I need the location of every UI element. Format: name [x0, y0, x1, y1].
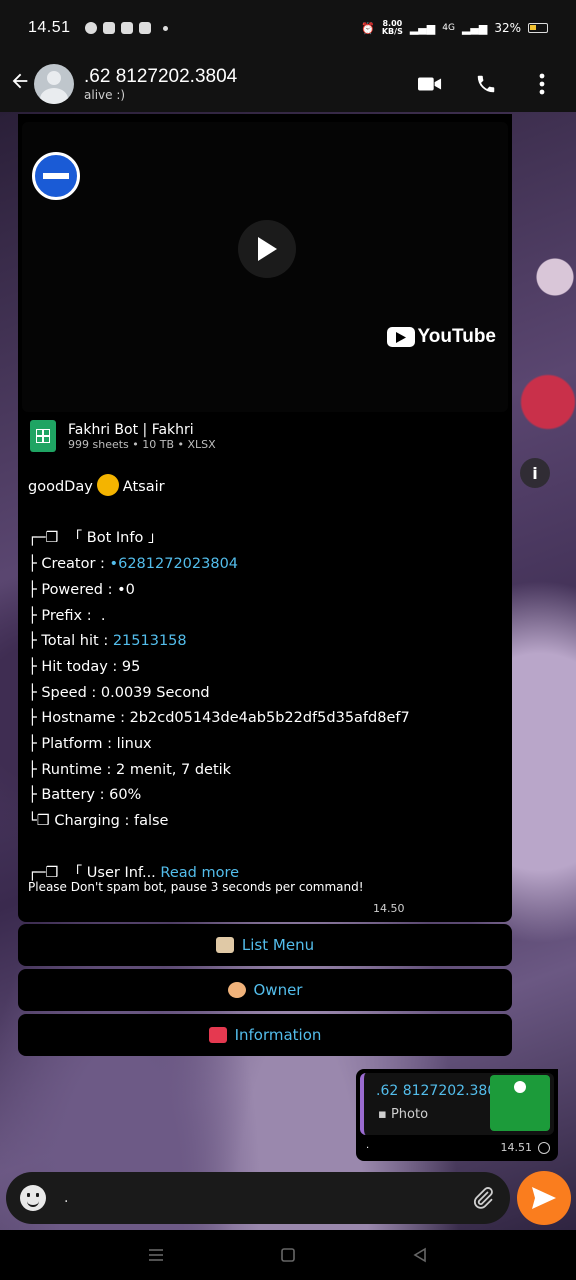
avatar[interactable] [34, 64, 74, 104]
pending-clock-icon [538, 1142, 550, 1154]
message-input[interactable]: . [64, 1190, 470, 1206]
navigation-bar [0, 1230, 576, 1280]
document-meta: 999 sheets • 10 TB • XLSX [68, 437, 216, 451]
signal-icon: ▂▄▆ [409, 21, 436, 35]
contact-status: alive :) [84, 88, 126, 102]
more-options-icon[interactable] [530, 72, 554, 96]
back-arrow-icon[interactable] [2, 70, 38, 98]
book-icon [215, 937, 234, 953]
recent-apps-icon[interactable] [147, 1247, 165, 1263]
video-call-icon[interactable] [418, 72, 442, 96]
battery-icon [528, 23, 548, 33]
status-time: 14.51 [28, 19, 71, 36]
youtube-icon [120, 22, 133, 34]
message-icon [138, 22, 151, 34]
signal-icon-2: ▂▄▆ [461, 21, 488, 35]
owner-button[interactable]: Owner [18, 969, 512, 1011]
back-nav-icon[interactable] [411, 1247, 429, 1263]
chat-header: .62 8127202.3804 alive :) [0, 56, 576, 112]
message-input-bar: . [6, 1172, 510, 1224]
photo-icon: ▪ [378, 1107, 391, 1122]
outgoing-message[interactable]: .62 8127202.3804 ▪ Photo · 14.51 [356, 1069, 558, 1161]
document-title: Fakhri Bot | Fakhri [68, 421, 194, 438]
message-time: 14.50 [373, 902, 405, 915]
heart-icon [208, 1027, 227, 1043]
contact-info[interactable]: .62 8127202.3804 alive :) [84, 66, 237, 102]
video-preview[interactable]: YouTube [22, 122, 508, 412]
alarm-icon: ⏰ [361, 21, 375, 35]
channel-logo [32, 152, 80, 200]
footer-note: Please Don't spam bot, pause 3 seconds p… [28, 880, 364, 894]
phone-call-icon[interactable] [474, 72, 498, 96]
sun-emoji-icon [96, 474, 119, 496]
document-attachment[interactable]: Fakhri Bot | Fakhri 999 sheets • 10 TB •… [30, 420, 216, 452]
list-menu-button[interactable]: List Menu [18, 924, 512, 966]
quoted-type: ▪ Photo [378, 1107, 429, 1122]
status-bar: 14.51 ⏰ 8.00 KB/S ▂▄▆ 4G ▂▄▆ 32% [0, 0, 576, 56]
battery-percent: 32% [494, 21, 521, 35]
quoted-sender: .62 8127202.3804 [376, 1083, 506, 1099]
quoted-thumbnail [490, 1075, 550, 1131]
greeting: goodDay [28, 479, 93, 495]
person-icon [227, 982, 246, 998]
incoming-message[interactable]: YouTube Fakhri Bot | Fakhri 999 sheets •… [18, 114, 512, 922]
attach-icon[interactable] [470, 1185, 496, 1211]
network-speed: 8.00 KB/S [381, 19, 403, 36]
play-button[interactable] [238, 220, 296, 278]
more-notifications-icon [162, 25, 168, 31]
outgoing-text: · [366, 1143, 370, 1154]
message-text: goodDay Atsair ┌─❒ 「 Bot Info 」 ├ Creator… [28, 474, 502, 886]
creator-link[interactable]: •6281272023804 [110, 556, 238, 572]
youtube-icon [386, 327, 415, 347]
information-button[interactable]: Information [18, 1014, 512, 1056]
total-hit-link[interactable]: 21513158 [113, 633, 187, 649]
greeting-name: Atsair [122, 479, 165, 495]
send-button[interactable] [517, 1171, 571, 1225]
network-type: 4G [442, 23, 455, 33]
send-icon [532, 1187, 556, 1209]
quoted-message[interactable]: .62 8127202.3804 ▪ Photo [360, 1073, 554, 1135]
youtube-brand: YouTube [386, 326, 496, 348]
whatsapp-icon [84, 22, 97, 34]
emoji-icon[interactable] [20, 1185, 46, 1211]
spreadsheet-icon [30, 420, 56, 452]
outgoing-time: 14.51 [500, 1141, 533, 1154]
contact-name[interactable]: .62 8127202.3804 [84, 66, 237, 88]
home-icon[interactable] [279, 1247, 297, 1263]
info-icon[interactable]: i [520, 458, 550, 488]
notification-icon [102, 22, 115, 34]
read-more-link[interactable]: Read more [160, 865, 239, 881]
